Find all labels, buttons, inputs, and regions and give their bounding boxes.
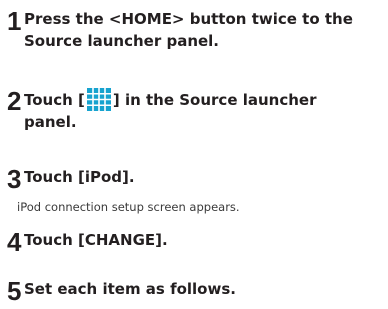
step-text: Touch [iPod]. xyxy=(7,166,385,188)
step-text-line: Set each item as follows. xyxy=(24,280,236,298)
step-text-line: Touch [iPod]. xyxy=(24,168,135,186)
step-text: Set each item as follows. xyxy=(7,278,385,300)
step-note: iPod connection setup screen appears. xyxy=(17,200,240,214)
step-text: Touch [ ] in the Source launcher panel. xyxy=(7,88,385,133)
step-text-line: panel. xyxy=(24,113,77,131)
step-text-fragment: ] in the Source launcher xyxy=(112,91,317,109)
step-text: Touch [CHANGE]. xyxy=(7,229,385,251)
step-number: 2 xyxy=(7,86,22,116)
step-text-fragment: Touch [ xyxy=(24,91,85,109)
step-text: Press the <HOME> button twice to the Sou… xyxy=(7,8,385,52)
step-text-line: Touch [ ] in the Source launcher xyxy=(24,88,385,111)
step-text-line: Source launcher panel. xyxy=(24,32,220,50)
step-number: 3 xyxy=(7,164,22,194)
step-text-line: Touch [CHANGE]. xyxy=(24,231,168,249)
grid-icon xyxy=(86,88,111,111)
step-number: 5 xyxy=(7,276,22,306)
step-2: 2 Touch [ ] in the Source launcher panel… xyxy=(7,88,385,133)
step-text-line: Press the <HOME> button twice to the xyxy=(24,10,353,28)
step-1: 1 Press the <HOME> button twice to the S… xyxy=(7,8,385,52)
step-3: 3 Touch [iPod]. iPod connection setup sc… xyxy=(7,166,385,214)
step-number: 1 xyxy=(7,6,22,36)
step-number: 4 xyxy=(7,227,22,257)
step-4: 4 Touch [CHANGE]. xyxy=(7,229,385,255)
step-5: 5 Set each item as follows. xyxy=(7,278,385,304)
